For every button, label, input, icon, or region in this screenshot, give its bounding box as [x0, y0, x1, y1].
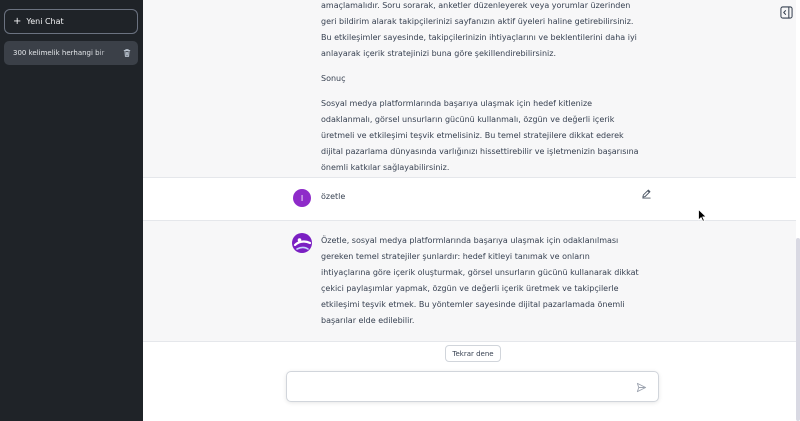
- send-icon[interactable]: [636, 382, 647, 393]
- message-paragraph: Özetle, sosyal medya platformlarında baş…: [321, 236, 639, 325]
- retry-button[interactable]: Tekrar dene: [445, 345, 501, 362]
- assistant-avatar-icon: [292, 233, 312, 253]
- assistant-message-text: Özetle, sosyal medya platformlarında baş…: [321, 233, 639, 338]
- assistant-message: amaçlamalıdır. Soru sorarak, anketler dü…: [143, 0, 796, 178]
- assistant-message: Özetle, sosyal medya platformlarında baş…: [143, 220, 796, 342]
- new-chat-button[interactable]: + Yeni Chat: [4, 9, 138, 34]
- new-chat-label: Yeni Chat: [26, 17, 64, 26]
- pencil-icon[interactable]: [641, 188, 652, 199]
- sidebar: + Yeni Chat 300 kelimelik herhangi bir: [0, 0, 143, 421]
- message-input[interactable]: [295, 379, 629, 397]
- message-input-container: [286, 371, 659, 402]
- trash-icon[interactable]: [122, 48, 132, 58]
- user-avatar: I: [293, 189, 311, 207]
- user-message-text: özetle: [321, 192, 346, 201]
- plus-icon: +: [13, 15, 22, 27]
- message-paragraph: amaçlamalıdır. Soru sorarak, anketler dü…: [321, 1, 637, 58]
- mouse-cursor-icon: [698, 209, 707, 222]
- message-heading: Sonuç: [321, 74, 346, 83]
- chat-history-label: 300 kelimelik herhangi bir: [13, 49, 118, 57]
- scrollbar-thumb[interactable]: [796, 238, 800, 421]
- message-paragraph: Sosyal medya platformlarında başarıya ul…: [321, 99, 639, 172]
- assistant-message-text: amaçlamalıdır. Soru sorarak, anketler dü…: [321, 0, 639, 185]
- sidebar-collapse-icon[interactable]: [780, 6, 793, 19]
- chat-history-item[interactable]: 300 kelimelik herhangi bir: [4, 41, 138, 65]
